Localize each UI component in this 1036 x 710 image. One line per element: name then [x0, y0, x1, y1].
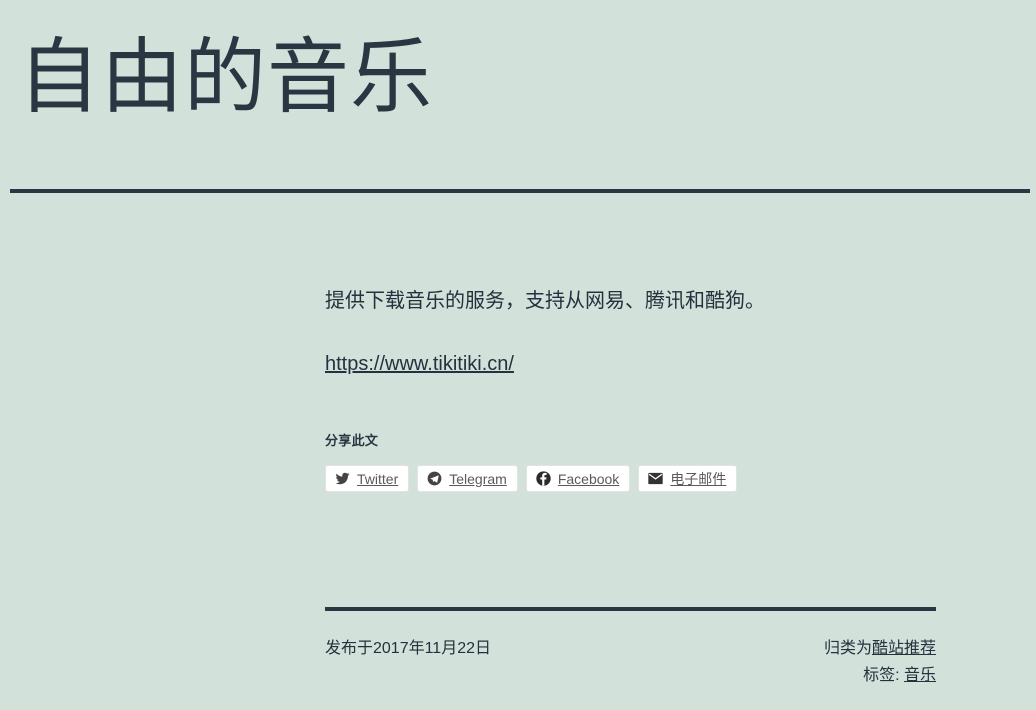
share-button-label: 电子邮件: [670, 470, 727, 487]
entry-footer: 发布于2017年11月22日 归类为酷站推荐 标签: 音乐: [325, 607, 936, 689]
entry-content: 提供下载音乐的服务，支持从网易、腾讯和酷狗。 https://www.tikit…: [325, 226, 936, 379]
share-heading: 分享此文: [325, 433, 379, 448]
header-divider: [10, 189, 1030, 193]
article-content: 提供下载音乐的服务，支持从网易、腾讯和酷狗。 https://www.tikit…: [325, 226, 936, 492]
facebook-icon: [536, 471, 551, 486]
published-date: 发布于2017年11月22日: [325, 640, 492, 657]
footer-divider: [325, 607, 936, 611]
entry-meta: 发布于2017年11月22日 归类为酷站推荐 标签: 音乐: [325, 635, 936, 689]
share-section: 分享此文 Twitter Telegram Facebook 电子邮件: [325, 430, 936, 492]
page-title: 自由的音乐: [18, 32, 434, 123]
share-button-facebook[interactable]: Facebook: [525, 465, 631, 492]
share-button-twitter[interactable]: Twitter: [325, 465, 410, 492]
tags-line: 标签: 音乐: [824, 662, 936, 689]
category-prefix: 归类为: [823, 640, 872, 657]
published-date-wrapper: 发布于2017年11月22日: [325, 635, 491, 662]
article-link-paragraph: https://www.tikitiki.cn/: [325, 316, 936, 379]
share-button-label: Twitter: [357, 470, 399, 487]
category-line: 归类为酷站推荐: [824, 635, 936, 662]
category-link[interactable]: 酷站推荐: [872, 640, 936, 657]
share-button-label: Telegram: [449, 470, 507, 487]
tags-prefix: 标签:: [863, 667, 904, 684]
twitter-icon: [335, 471, 350, 486]
tag-link[interactable]: 音乐: [904, 667, 936, 684]
share-button-label: Facebook: [557, 470, 620, 487]
email-icon: [648, 471, 663, 486]
share-button-list: Twitter Telegram Facebook 电子邮件: [325, 465, 936, 492]
telegram-icon: [427, 471, 442, 486]
external-link-tikitiki[interactable]: https://www.tikitiki.cn/: [325, 353, 514, 375]
taxonomy-wrapper: 归类为酷站推荐 标签: 音乐: [824, 635, 936, 689]
share-button-telegram[interactable]: Telegram: [417, 465, 518, 492]
article-paragraph: 提供下载音乐的服务，支持从网易、腾讯和酷狗。: [325, 290, 765, 312]
share-button-email[interactable]: 电子邮件: [638, 465, 738, 492]
site-header: 自由的音乐: [0, 0, 1036, 123]
